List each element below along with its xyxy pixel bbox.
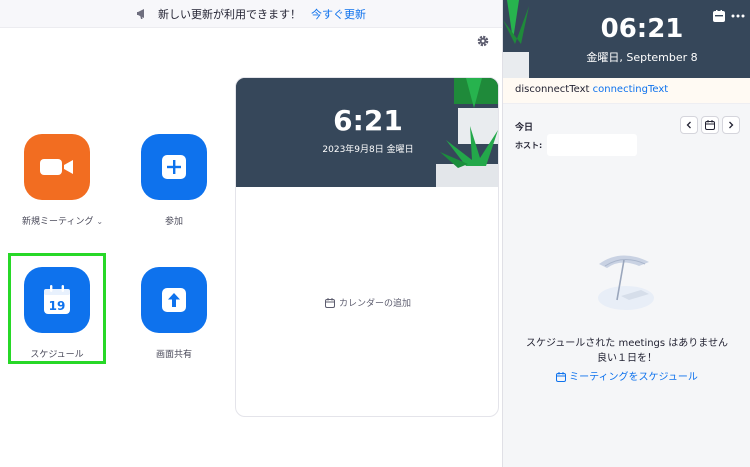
calendar-icon bbox=[556, 372, 567, 382]
add-calendar-link[interactable]: カレンダーの追加 bbox=[236, 296, 498, 309]
calendar-add-icon bbox=[324, 298, 335, 308]
video-camera-icon bbox=[40, 159, 73, 175]
connection-status-bar: disconnectText connectingText bbox=[503, 78, 750, 104]
plus-icon bbox=[162, 155, 186, 179]
panel-clock-date: 金曜日, September 8 bbox=[586, 51, 698, 64]
selection-highlight bbox=[8, 253, 106, 364]
host-value bbox=[547, 134, 637, 156]
schedule-meeting-link[interactable]: ミーティングをスケジュール bbox=[503, 368, 750, 383]
have-a-nice-day-text: 良い１日を！ bbox=[597, 353, 657, 364]
beach-umbrella-illustration bbox=[598, 255, 654, 310]
update-banner: 新しい更新が利用できます！ 今すぐ更新 bbox=[0, 0, 502, 28]
prev-day-button[interactable] bbox=[680, 116, 698, 134]
join-label[interactable]: 参加 bbox=[139, 214, 209, 227]
new-meeting-tile: 新規ミーティング ⌄ bbox=[22, 134, 103, 227]
arrow-up-icon bbox=[162, 288, 186, 312]
join-tile: 参加 bbox=[139, 134, 209, 227]
host-label: ホスト: bbox=[515, 141, 543, 150]
no-meetings-text: スケジュールされた meetings はありません bbox=[526, 338, 728, 349]
calendar-picker-button[interactable] bbox=[701, 116, 719, 134]
next-day-button[interactable] bbox=[722, 116, 740, 134]
clock-card-header: 6:21 2023年9月8日 金曜日 bbox=[236, 78, 498, 187]
new-meeting-button[interactable] bbox=[24, 134, 90, 200]
chevron-down-icon[interactable]: ⌄ bbox=[96, 217, 103, 226]
calendar-icon bbox=[705, 120, 715, 130]
zoom-home-window: 新しい更新が利用できます！ 今すぐ更新 新規ミーティング ⌄ 参加 19 スケジ… bbox=[0, 0, 750, 467]
home-pane: 新しい更新が利用できます！ 今すぐ更新 新規ミーティング ⌄ 参加 19 スケジ… bbox=[0, 0, 502, 467]
megaphone-icon bbox=[137, 8, 144, 19]
chevron-left-icon bbox=[686, 121, 691, 129]
update-now-link[interactable]: 今すぐ更新 bbox=[311, 6, 366, 22]
gear-icon[interactable] bbox=[476, 34, 490, 48]
share-screen-label[interactable]: 画面共有 bbox=[139, 347, 209, 360]
more-options-icon[interactable] bbox=[731, 10, 745, 22]
update-message: 新しい更新が利用できます！ bbox=[158, 7, 301, 21]
app-icon[interactable] bbox=[713, 10, 725, 22]
card-clock-date: 2023年9月8日 金曜日 bbox=[322, 145, 414, 155]
join-button[interactable] bbox=[141, 134, 207, 200]
meetings-panel: 06:21 金曜日, September 8 disconnectText co… bbox=[502, 0, 750, 467]
connecting-text[interactable]: connectingText bbox=[593, 84, 669, 95]
clock-card: 6:21 2023年9月8日 金曜日 カレンダーの追加 bbox=[235, 77, 499, 417]
disconnect-text: disconnectText bbox=[515, 84, 590, 95]
new-meeting-label[interactable]: 新規ミーティング ⌄ bbox=[22, 214, 103, 227]
panel-header: 06:21 金曜日, September 8 bbox=[503, 0, 750, 78]
card-clock-time: 6:21 bbox=[333, 104, 403, 137]
share-screen-tile: 画面共有 bbox=[139, 267, 209, 360]
share-screen-button[interactable] bbox=[141, 267, 207, 333]
chevron-right-icon bbox=[729, 121, 734, 129]
today-label: 今日 bbox=[515, 123, 534, 133]
